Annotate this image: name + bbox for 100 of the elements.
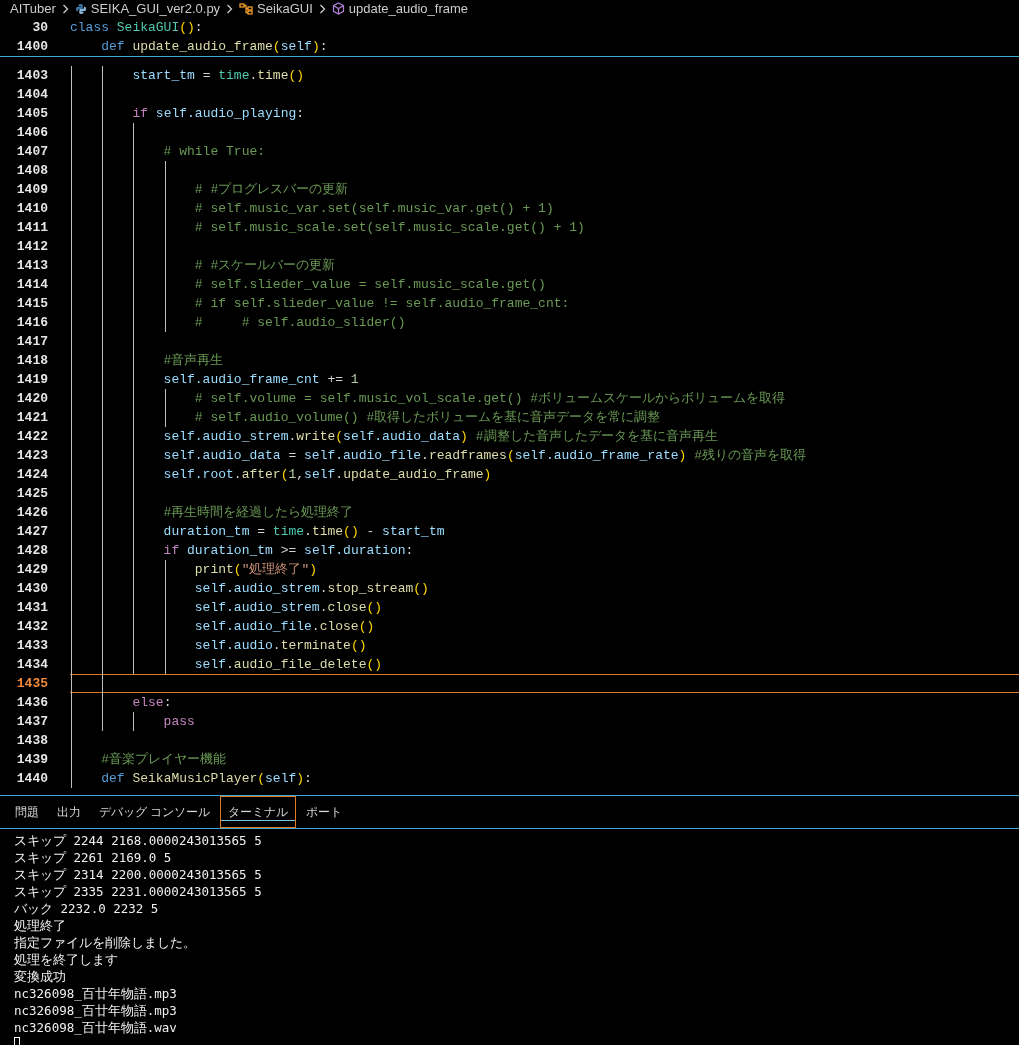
code-line: start_tm = time.time() xyxy=(131,66,305,85)
chevron-icon xyxy=(318,3,326,14)
code-line: #音楽プレイヤー機能 xyxy=(100,750,226,769)
terminal-line: 処理を終了します xyxy=(14,951,118,968)
line-number: 1434 xyxy=(15,655,48,674)
code-line: # #スケールバーの更新 xyxy=(193,256,336,275)
line-number: 1424 xyxy=(15,465,48,484)
line-number: 1428 xyxy=(15,541,48,560)
breadcrumb-item[interactable]: update_audio_frame xyxy=(348,0,468,17)
panel-tab[interactable]: ターミナル xyxy=(220,796,297,828)
code-line: duration_tm = time.time() - start_tm xyxy=(162,522,445,541)
chevron-icon xyxy=(226,3,234,14)
code-line: def SeikaMusicPlayer(self): xyxy=(100,769,312,788)
panel-tab[interactable]: デバッグ コンソール xyxy=(91,796,219,828)
line-number: 1411 xyxy=(15,218,48,237)
terminal-line: スキップ 2244 2168.0000243013565 5 xyxy=(14,832,262,849)
code-line: # #プログレスバーの更新 xyxy=(193,180,349,199)
line-number: 1425 xyxy=(15,484,48,503)
line-number: 1433 xyxy=(15,636,48,655)
line-number: 1410 xyxy=(15,199,48,218)
chevron-icon xyxy=(61,3,69,14)
terminal-line: スキップ 2335 2231.0000243013565 5 xyxy=(14,883,262,900)
code-line: if self.audio_playing: xyxy=(131,104,305,123)
line-number: 1430 xyxy=(15,579,48,598)
line-number: 1420 xyxy=(15,389,48,408)
line-number: 1439 xyxy=(15,750,48,769)
terminal-line: nc326098_百廿年物語.mp3 xyxy=(14,1002,177,1019)
code-line: self.audio_strem.close() xyxy=(193,598,383,617)
line-number: 1404 xyxy=(15,85,48,104)
line-number: 1412 xyxy=(15,237,48,256)
line-number: 1435 xyxy=(15,674,48,693)
python-file-icon xyxy=(74,2,87,15)
code-line: self.audio_data = self.audio_file.readframes(self.audio_frame_rate) #残りの音声を取得 xyxy=(162,446,806,465)
line-number: 1418 xyxy=(15,351,48,370)
code-line: print("処理終了") xyxy=(193,560,318,579)
code-line: self.audio_strem.write(self.audio_data) #調整した音声したデータを基に音声再生 xyxy=(162,427,718,446)
code-line: # while True: xyxy=(162,142,266,161)
breadcrumb-item[interactable]: SEIKA_GUI_ver2.0.py xyxy=(90,0,221,17)
code-line: self.audio_strem.stop_stream() xyxy=(193,579,429,598)
panel-tab[interactable]: 出力 xyxy=(49,796,89,828)
terminal-line: バック 2232.0 2232 5 xyxy=(14,900,159,917)
line-number: 1408 xyxy=(15,161,48,180)
line-number: 1429 xyxy=(15,560,48,579)
line-number: 1426 xyxy=(15,503,48,522)
code-line: if duration_tm >= self.duration: xyxy=(162,541,414,560)
terminal-line: 指定ファイルを削除しました。 xyxy=(14,934,196,951)
line-number: 1421 xyxy=(15,408,48,427)
code-line: # self.slieder_value = self.music_scale.get() xyxy=(193,275,546,294)
code-line: self.audio_frame_cnt += 1 xyxy=(162,370,359,389)
line-number: 1405 xyxy=(15,104,48,123)
code-line: self.audio_file.close() xyxy=(193,617,375,636)
line-number: 1407 xyxy=(15,142,48,161)
terminal-cursor xyxy=(14,1037,20,1045)
line-number: 1413 xyxy=(15,256,48,275)
breadcrumb-item[interactable]: AITuber xyxy=(10,0,56,17)
line-number: 30 xyxy=(31,18,48,37)
line-number: 1419 xyxy=(15,370,48,389)
code-line: self.audio_file_delete() xyxy=(193,655,383,674)
line-number: 1416 xyxy=(15,313,48,332)
code-line: #音声再生 xyxy=(162,351,224,370)
line-number: 1427 xyxy=(15,522,48,541)
line-number: 1431 xyxy=(15,598,48,617)
code-line: #再生時間を経過したら処理終了 xyxy=(162,503,354,522)
code-line: pass xyxy=(162,712,195,731)
code-line: # # self.audio_slider() xyxy=(193,313,406,332)
code-line: self.audio.terminate() xyxy=(193,636,367,655)
code-line: # self.audio_volume() #取得したボリュームを基に音声データを常に調整 xyxy=(193,408,661,427)
line-number: 1406 xyxy=(15,123,48,142)
class-icon xyxy=(239,2,254,15)
code-line: class SeikaGUI(): xyxy=(70,18,203,37)
line-number: 1437 xyxy=(15,712,48,731)
line-number: 1423 xyxy=(15,446,48,465)
panel-tab[interactable]: 問題 xyxy=(7,796,47,828)
terminal-line: スキップ 2261 2169.0 5 xyxy=(14,849,172,866)
terminal-line: 処理終了 xyxy=(14,917,66,934)
breadcrumb-item[interactable]: SeikaGUI xyxy=(257,0,313,17)
line-number: 1438 xyxy=(15,731,48,750)
terminal-line: 変換成功 xyxy=(14,968,66,985)
line-number: 1422 xyxy=(15,427,48,446)
line-number: 1415 xyxy=(15,294,48,313)
code-line: # self.volume = self.music_vol_scale.get() #ボリュームスケールからボリュームを取得 xyxy=(193,389,786,408)
line-number: 1436 xyxy=(15,693,48,712)
line-number: 1409 xyxy=(15,180,48,199)
terminal-line: nc326098_百廿年物語.wav xyxy=(14,1019,177,1036)
code-line: # self.music_scale.set(self.music_scale.get() + 1) xyxy=(193,218,585,237)
code-line: # if self.slieder_value != self.audio_frame_cnt: xyxy=(193,294,570,313)
terminal-line: スキップ 2314 2200.0000243013565 5 xyxy=(14,866,262,883)
code-line: self.root.after(1,self.update_audio_frame) xyxy=(162,465,492,484)
line-number: 1432 xyxy=(15,617,48,636)
line-number: 1414 xyxy=(15,275,48,294)
line-number: 1400 xyxy=(15,37,48,56)
code-line: # self.music_var.set(self.music_var.get() + 1) xyxy=(193,199,554,218)
panel-tab[interactable]: ポート xyxy=(298,796,351,828)
terminal-line: nc326098_百廿年物語.mp3 xyxy=(14,985,177,1002)
code-line: else: xyxy=(131,693,172,712)
code-line: def update_audio_frame(self): xyxy=(100,37,328,56)
line-number: 1417 xyxy=(15,332,48,351)
cube-icon xyxy=(331,2,345,15)
line-number: 1440 xyxy=(15,769,48,788)
line-number: 1403 xyxy=(15,66,48,85)
